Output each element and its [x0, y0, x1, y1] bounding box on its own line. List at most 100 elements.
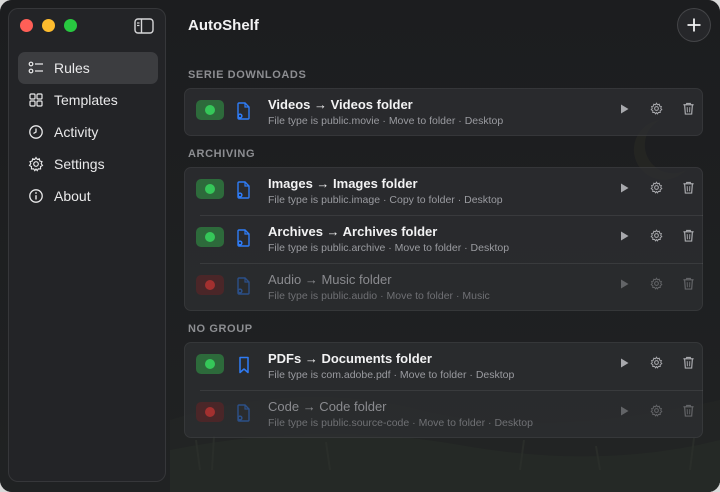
run-rule-button[interactable] — [608, 277, 640, 295]
delete-rule-button[interactable] — [672, 102, 704, 120]
delete-rule-button[interactable] — [672, 181, 704, 199]
play-icon — [618, 404, 630, 422]
status-dot — [205, 280, 215, 290]
sidebar-item-rules[interactable]: Rules — [18, 52, 158, 84]
status-dot — [205, 184, 215, 194]
rule-actions — [608, 277, 704, 295]
edit-rule-button[interactable] — [640, 102, 672, 120]
rule-enabled-toggle[interactable] — [196, 402, 224, 422]
rule-action: Move to folder — [388, 115, 456, 127]
gear-icon — [650, 102, 663, 120]
sidebar-item-templates[interactable]: Templates — [18, 84, 158, 116]
clock-icon — [28, 124, 44, 140]
rule-row[interactable]: PDFs → Documents folder File type is com.… — [184, 342, 703, 390]
separator-dot: · — [380, 194, 390, 206]
list-icon — [28, 60, 44, 76]
run-rule-button[interactable] — [608, 181, 640, 199]
status-dot — [205, 232, 215, 242]
edit-rule-button[interactable] — [640, 181, 672, 199]
gear-icon — [650, 229, 663, 247]
gear-icon — [650, 277, 663, 295]
trash-icon — [682, 229, 695, 247]
trash-icon — [682, 404, 695, 422]
minimize-window-button[interactable] — [42, 19, 55, 32]
close-window-button[interactable] — [20, 19, 33, 32]
gear-icon — [28, 156, 44, 172]
rule-actions — [608, 102, 704, 120]
rule-title: Audio → Music folder — [268, 272, 392, 287]
sidebar-item-activity[interactable]: Activity — [18, 116, 158, 148]
run-rule-button[interactable] — [608, 356, 640, 374]
trash-icon — [682, 277, 695, 295]
info-icon — [28, 188, 44, 204]
rule-description: File type is public.archive · Move to fo… — [268, 242, 509, 254]
edit-rule-button[interactable] — [640, 404, 672, 422]
rule-enabled-toggle[interactable] — [196, 354, 224, 374]
rule-condition: File type is public.source-code — [268, 417, 410, 429]
rule-title: Videos → Videos folder — [268, 97, 413, 112]
delete-rule-button[interactable] — [672, 277, 704, 295]
document-gear-icon — [234, 228, 254, 248]
sidebar: Rules Templates Activity Settings About — [8, 8, 166, 482]
delete-rule-button[interactable] — [672, 404, 704, 422]
run-rule-button[interactable] — [608, 102, 640, 120]
rule-condition: File type is public.audio — [268, 290, 378, 302]
rule-description: File type is public.movie · Move to fold… — [268, 115, 503, 127]
bookmark-icon — [234, 355, 254, 375]
rule-row[interactable]: Audio → Music folder File type is public.… — [184, 263, 703, 311]
sidebar-item-about[interactable]: About — [18, 180, 158, 212]
rule-destination: Desktop — [475, 369, 515, 381]
delete-rule-button[interactable] — [672, 229, 704, 247]
rule-enabled-toggle[interactable] — [196, 227, 224, 247]
zoom-window-button[interactable] — [64, 19, 77, 32]
divider — [200, 215, 703, 216]
separator-dot: · — [385, 242, 395, 254]
play-icon — [618, 229, 630, 247]
rule-title: Archives → Archives folder — [268, 224, 438, 239]
window-controls — [20, 19, 77, 32]
edit-rule-button[interactable] — [640, 356, 672, 374]
play-icon — [618, 356, 630, 374]
sidebar-item-label: About — [54, 188, 91, 204]
separator-dot: · — [453, 290, 463, 302]
rule-actions — [608, 356, 704, 374]
document-gear-icon — [234, 403, 254, 423]
run-rule-button[interactable] — [608, 404, 640, 422]
rule-row[interactable]: Images → Images folder File type is publi… — [184, 167, 703, 215]
sidebar-item-label: Activity — [54, 124, 99, 140]
sidebar-item-settings[interactable]: Settings — [18, 148, 158, 180]
play-icon — [618, 102, 630, 120]
rule-condition: File type is public.movie — [268, 115, 380, 127]
group-title: SERIE DOWNLOADS — [188, 69, 307, 81]
edit-rule-button[interactable] — [640, 229, 672, 247]
rule-enabled-toggle[interactable] — [196, 100, 224, 120]
delete-rule-button[interactable] — [672, 356, 704, 374]
rule-destination: Desktop — [494, 417, 533, 429]
sidebar-item-label: Rules — [54, 60, 90, 76]
run-rule-button[interactable] — [608, 229, 640, 247]
rule-enabled-toggle[interactable] — [196, 275, 224, 295]
group-title: NO GROUP — [188, 323, 253, 335]
rule-title: Code → Code folder — [268, 399, 387, 414]
separator-dot: · — [461, 242, 471, 254]
rule-enabled-toggle[interactable] — [196, 179, 224, 199]
sidebar-toggle-icon[interactable] — [134, 18, 154, 34]
rule-description: File type is public.audio · Move to fold… — [268, 290, 490, 302]
gear-icon — [650, 181, 663, 199]
edit-rule-button[interactable] — [640, 277, 672, 295]
status-dot — [205, 407, 215, 417]
rule-row[interactable]: Archives → Archives folder File type is p… — [184, 215, 703, 263]
rule-action: Move to folder — [386, 290, 454, 302]
rule-destination: Music — [462, 290, 490, 302]
add-rule-button[interactable] — [677, 8, 711, 42]
rule-row[interactable]: Code → Code folder File type is public.so… — [184, 390, 703, 438]
rule-action: Move to folder — [394, 242, 462, 254]
document-gear-icon — [234, 180, 254, 200]
gear-icon — [650, 356, 663, 374]
status-dot — [205, 359, 215, 369]
rule-group-card: Videos → Videos folder File type is publi… — [184, 88, 703, 136]
rule-actions — [608, 404, 704, 422]
separator-dot: · — [390, 369, 400, 381]
rule-row[interactable]: Videos → Videos folder File type is publi… — [184, 88, 703, 136]
divider — [200, 263, 703, 264]
